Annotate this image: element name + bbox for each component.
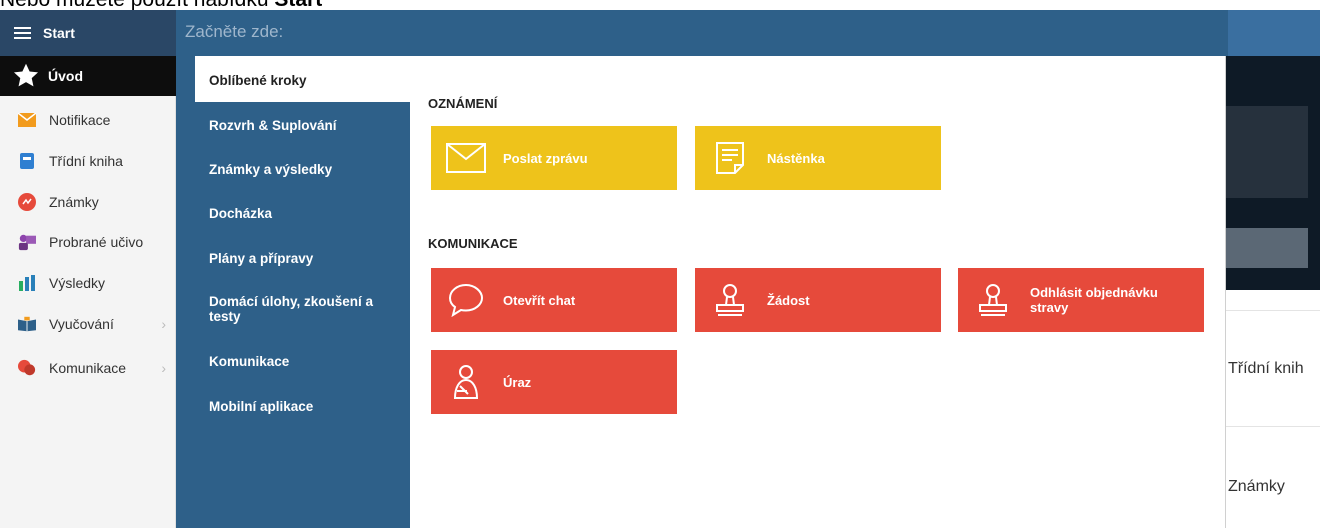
teacher-icon xyxy=(18,233,36,251)
tile-label: Otevřít chat xyxy=(503,292,576,308)
menu-item-znamky-vysledky[interactable]: Známky a výsledky xyxy=(195,162,405,177)
book-icon xyxy=(18,152,36,170)
sidebar-item-label: Známky xyxy=(49,194,99,210)
background-item-znamky[interactable]: Známky xyxy=(1228,478,1285,496)
chat-bubble-icon xyxy=(443,268,489,332)
sidebar-item-vyucovani[interactable]: Vyučování › xyxy=(0,304,176,344)
grades-icon xyxy=(18,193,36,211)
begin-here-label: Začněte zde: xyxy=(185,22,284,41)
tile-nastenka[interactable]: Nástěnka xyxy=(695,126,941,190)
tile-label: Úraz xyxy=(503,374,532,390)
sidebar-item-tridni-kniha[interactable]: Třídní kniha xyxy=(0,141,176,181)
envelope-icon xyxy=(18,111,36,129)
chat-icon xyxy=(18,359,36,377)
menu-item-mobilni-aplikace[interactable]: Mobilní aplikace xyxy=(195,399,405,414)
top-bar-right xyxy=(1228,10,1320,56)
sidebar-item-znamky[interactable]: Známky xyxy=(0,182,176,222)
sidebar-item-label: Úvod xyxy=(48,68,83,84)
star-icon xyxy=(12,62,40,90)
chevron-right-icon: › xyxy=(161,316,166,332)
sidebar-item-label: Výsledky xyxy=(49,275,106,291)
sidebar-item-komunikace[interactable]: Komunikace › xyxy=(0,348,176,388)
background-divider xyxy=(1226,310,1320,311)
background-search-bar xyxy=(1226,228,1308,268)
menu-item-oblibene-kroky[interactable]: Oblíbené kroky xyxy=(195,56,410,102)
envelope-icon xyxy=(443,126,489,190)
sidebar-item-probrane-ucivo[interactable]: Probrané učivo xyxy=(0,222,176,262)
tile-otevrit-chat[interactable]: Otevřít chat xyxy=(431,268,677,332)
tile-label: Odhlásit objednávku stravy xyxy=(1030,285,1158,315)
tile-zadost[interactable]: Žádost xyxy=(695,268,941,332)
chevron-right-icon: › xyxy=(161,360,166,376)
sidebar-item-label: Notifikace xyxy=(49,112,111,128)
sidebar-item-label: Třídní kniha xyxy=(49,153,123,169)
background-item-tridni-kniha[interactable]: Třídní knih xyxy=(1228,360,1304,378)
background-divider xyxy=(1226,426,1320,427)
menu-item-rozvrh[interactable]: Rozvrh & Suplování xyxy=(195,118,405,133)
stamp-icon xyxy=(707,268,753,332)
tile-uraz[interactable]: Úraz xyxy=(431,350,677,414)
start-button[interactable]: Start xyxy=(0,10,176,56)
start-menu-categories: Oblíbené kroky Rozvrh & Suplování Známky… xyxy=(176,56,410,528)
sidebar-item-label: Vyučování xyxy=(49,316,114,332)
injury-icon xyxy=(443,350,489,414)
tile-label: Nástěnka xyxy=(767,150,825,166)
sidebar: Úvod Notifikace Třídní kniha Známky Prob… xyxy=(0,56,176,528)
stamp-icon xyxy=(970,268,1016,332)
section-title-komunikace: KOMUNIKACE xyxy=(428,236,518,251)
sidebar-item-label: Probrané učivo xyxy=(49,234,144,250)
tile-poslat-zpravu[interactable]: Poslat zprávu xyxy=(431,126,677,190)
sidebar-item-vysledky[interactable]: Výsledky xyxy=(0,263,176,303)
menu-item-plany[interactable]: Plány a přípravy xyxy=(195,251,405,266)
sidebar-item-uvod[interactable]: Úvod xyxy=(0,56,176,96)
notice-board-icon xyxy=(707,126,753,190)
menu-item-domaci-ulohy[interactable]: Domácí úlohy, zkoušení a testy xyxy=(195,294,385,324)
background-panel xyxy=(1226,106,1308,198)
tile-label: Žádost xyxy=(767,292,810,308)
sidebar-item-notifikace[interactable]: Notifikace xyxy=(0,100,176,140)
menu-item-dochazka[interactable]: Docházka xyxy=(195,206,405,221)
tile-label: Poslat zprávu xyxy=(503,150,588,166)
open-book-icon xyxy=(18,315,36,333)
hamburger-icon xyxy=(14,26,31,40)
menu-item-komunikace[interactable]: Komunikace xyxy=(195,354,405,369)
bar-chart-icon xyxy=(18,274,36,292)
caption-text: Nebo můžete použít nabídku Start xyxy=(0,0,322,11)
sidebar-item-label: Komunikace xyxy=(49,360,127,376)
start-label: Start xyxy=(43,25,75,41)
section-title-oznameni: OZNÁMENÍ xyxy=(428,96,498,111)
tile-odhlasit-objednavku-stravy[interactable]: Odhlásit objednávku stravy xyxy=(958,268,1204,332)
